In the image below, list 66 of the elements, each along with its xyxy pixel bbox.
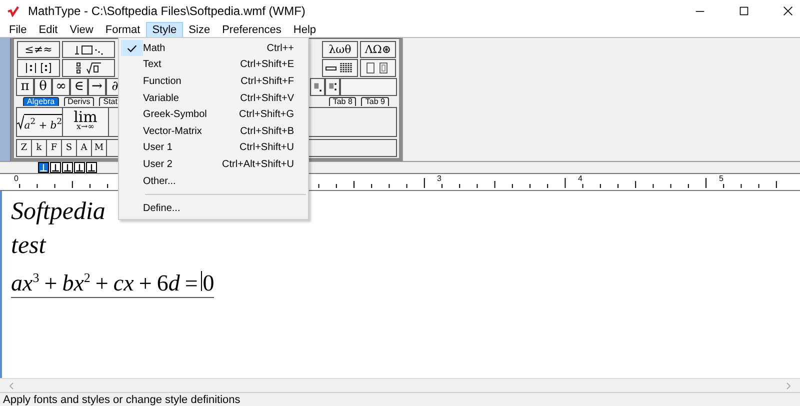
dots-icon bbox=[313, 81, 322, 92]
symbol-button[interactable]: F bbox=[47, 140, 62, 156]
menu-item[interactable]: Edit bbox=[32, 22, 64, 38]
document-text: Softpedia bbox=[11, 197, 106, 227]
menu-item[interactable]: Greek-Symbol Ctrl+Shift+G bbox=[119, 106, 308, 123]
palette-tab[interactable]: Tab 8 bbox=[328, 97, 356, 106]
palette-tab[interactable]: Algebra bbox=[23, 97, 59, 106]
dots-icon bbox=[328, 81, 337, 92]
equation: ax$^{3}$ + bx$^{2}$ + cx + 6d = 0 bbox=[11, 265, 214, 298]
template-button[interactable]: lim x→∞ bbox=[63, 108, 109, 136]
tab-stop-button[interactable] bbox=[38, 162, 49, 173]
embellish-button[interactable] bbox=[325, 78, 340, 96]
menu-item[interactable]: User 1 Ctrl+Shift+U bbox=[119, 140, 308, 156]
menu-item[interactable]: Style bbox=[146, 22, 183, 38]
symbol-button[interactable]: M bbox=[92, 140, 107, 156]
symbol-button[interactable]: π bbox=[16, 78, 34, 96]
menu-item[interactable]: Size bbox=[182, 22, 216, 38]
window-title: MathType - C:\Softpedia Files\Softpedia.wmf (WMF) bbox=[28, 4, 306, 18]
box-button[interactable] bbox=[360, 59, 396, 77]
document-text: test bbox=[11, 231, 46, 261]
template-button[interactable]: a$^{2}$ + b$^{2}$ bbox=[17, 108, 63, 136]
menu-item[interactable]: Math Ctrl++ bbox=[119, 40, 308, 57]
tab-stop-button[interactable] bbox=[50, 162, 61, 173]
menu-item[interactable]: Preferences bbox=[216, 22, 288, 38]
menu-item[interactable]: Text Ctrl+Shift+E bbox=[119, 56, 308, 74]
maximize-icon[interactable] bbox=[739, 6, 749, 16]
menu-item[interactable]: Help bbox=[287, 22, 322, 38]
menu-item[interactable]: Vector-Matrix Ctrl+Shift+B bbox=[119, 122, 308, 140]
menu-item[interactable]: File bbox=[3, 22, 33, 38]
palette-tab[interactable]: Tab 9 bbox=[361, 97, 389, 106]
ruler-label: 4 bbox=[578, 174, 582, 183]
menu-item[interactable]: View bbox=[64, 22, 100, 38]
palette-slot[interactable] bbox=[340, 78, 397, 96]
palette-tab[interactable]: Derivs bbox=[64, 97, 94, 106]
tab-stop-button[interactable] bbox=[86, 162, 97, 173]
embellish-button[interactable] bbox=[310, 78, 325, 96]
symbol-button[interactable]: θ bbox=[34, 78, 52, 96]
ruler-label: 0 bbox=[14, 174, 18, 183]
symbol-button[interactable]: k bbox=[32, 140, 47, 156]
tab-stop-button[interactable] bbox=[62, 162, 73, 173]
symbol-button[interactable]: ≤≠≈ bbox=[17, 41, 60, 58]
spacing-button[interactable] bbox=[62, 41, 115, 58]
app-logo-icon bbox=[7, 6, 20, 16]
menu-item[interactable]: Other... bbox=[119, 172, 308, 190]
menu-item[interactable]: Define... bbox=[119, 200, 308, 217]
symbol-button[interactable]: ∞ bbox=[52, 78, 70, 96]
tab-stop-button[interactable] bbox=[74, 162, 85, 173]
symbol-button[interactable]: ∈ bbox=[70, 78, 88, 96]
text-cursor bbox=[201, 271, 202, 292]
spacing-icon bbox=[72, 44, 104, 56]
ruler-label: 5 bbox=[719, 174, 724, 183]
menu-item[interactable]: Format bbox=[99, 22, 146, 38]
fence-button[interactable] bbox=[17, 59, 60, 77]
symbol-button[interactable]: λωθ bbox=[322, 41, 358, 58]
menu-item[interactable]: User 2 Ctrl+Alt+Shift+U bbox=[119, 156, 308, 173]
symbol-button[interactable]: S bbox=[62, 140, 77, 156]
symbol-button[interactable]: ΛΩ⊛ bbox=[360, 41, 396, 58]
close-icon[interactable] bbox=[783, 6, 793, 16]
radical-icon bbox=[17, 113, 24, 131]
fraction-button[interactable] bbox=[62, 59, 115, 77]
ruler-label: 3 bbox=[437, 174, 442, 183]
symbol-button[interactable]: → bbox=[88, 78, 106, 96]
symbol-button[interactable]: A bbox=[77, 140, 92, 156]
symbol-button[interactable]: Z bbox=[17, 140, 32, 156]
status-text: Apply fonts and styles or change style definitions bbox=[3, 394, 240, 406]
matrix-button[interactable] bbox=[322, 59, 358, 77]
